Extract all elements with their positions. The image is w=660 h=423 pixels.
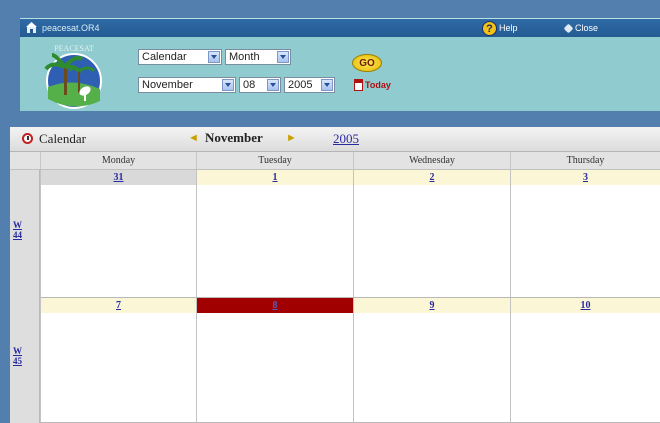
day-number[interactable]: 2 <box>354 170 510 185</box>
day-cell[interactable]: 10 <box>510 298 660 423</box>
help-label: Help <box>499 23 518 33</box>
month-select-value: November <box>142 79 193 91</box>
range-select-value: Month <box>229 51 260 63</box>
week-letter: W <box>13 220 22 230</box>
previous-month-arrow-icon[interactable]: ◄ <box>188 132 199 144</box>
chevron-down-icon <box>267 79 279 91</box>
close-icon <box>563 23 574 33</box>
year-select-value: 2005 <box>288 79 313 91</box>
svg-text:PEACESAT: PEACESAT <box>54 44 94 53</box>
week-gutter: W 44 <box>10 170 40 298</box>
week-link-45[interactable]: W 45 <box>13 346 22 366</box>
chevron-down-icon <box>277 51 289 63</box>
day-cell-today[interactable]: 8 <box>196 298 353 423</box>
day-select-value: 08 <box>243 79 256 91</box>
week-number: 45 <box>13 356 22 366</box>
next-month-arrow-icon[interactable]: ► <box>286 132 297 144</box>
year-select[interactable]: 2005 <box>284 77 335 93</box>
chevron-down-icon <box>321 79 333 91</box>
week-link-44[interactable]: W 44 <box>13 220 22 240</box>
dow-wednesday: Wednesday <box>353 152 510 169</box>
close-button[interactable]: Close <box>563 20 599 36</box>
close-label: Close <box>575 23 599 33</box>
header-panel: peacesat.OR4 ? Help Close PEACESAT Calen… <box>20 18 660 111</box>
view-select-value: Calendar <box>142 51 187 63</box>
home-icon <box>26 22 37 33</box>
month-title: November <box>205 130 263 145</box>
dow-monday: Monday <box>40 152 196 169</box>
dow-tuesday: Tuesday <box>196 152 353 169</box>
title-bar: peacesat.OR4 ? Help Close <box>20 19 660 37</box>
year-link[interactable]: 2005 <box>333 131 359 147</box>
week-letter: W <box>13 346 22 356</box>
day-number[interactable]: 9 <box>354 298 510 313</box>
chevron-down-icon <box>222 79 234 91</box>
chevron-down-icon <box>208 51 220 63</box>
day-number[interactable]: 3 <box>511 170 660 185</box>
go-button[interactable]: GO <box>352 54 382 72</box>
day-number[interactable]: 10 <box>511 298 660 313</box>
day-cell[interactable]: 3 <box>510 170 660 298</box>
day-cell[interactable]: 7 <box>40 298 196 423</box>
day-cell[interactable]: 9 <box>353 298 510 423</box>
day-select[interactable]: 08 <box>239 77 281 93</box>
day-number[interactable]: 7 <box>41 298 196 313</box>
peacesat-logo: PEACESAT <box>44 44 102 109</box>
month-select[interactable]: November <box>138 77 236 93</box>
today-label: Today <box>365 80 391 90</box>
view-select[interactable]: Calendar <box>138 49 222 65</box>
calendar-page-icon <box>354 79 363 91</box>
today-button[interactable]: Today <box>354 79 391 91</box>
today-day-number[interactable]: 8 <box>197 298 353 313</box>
app-name: peacesat.OR4 <box>42 23 100 33</box>
app-window: peacesat.OR4 ? Help Close PEACESAT Calen… <box>0 0 660 423</box>
range-select[interactable]: Month <box>225 49 291 65</box>
calendar-header: Calendar ◄ November ► 2005 <box>10 127 660 152</box>
help-icon: ? <box>482 20 497 36</box>
dow-thursday: Thursday <box>510 152 660 169</box>
calendar-view: Calendar ◄ November ► 2005 Monday Tuesda… <box>10 127 660 423</box>
week-gutter: W 45 <box>10 298 40 423</box>
day-cell[interactable]: 2 <box>353 170 510 298</box>
day-cell[interactable]: 31 <box>40 170 196 298</box>
clock-icon <box>22 133 33 144</box>
week-number: 44 <box>13 230 22 240</box>
day-number[interactable]: 1 <box>197 170 353 185</box>
help-button[interactable]: ? Help <box>482 20 518 36</box>
day-cell[interactable]: 1 <box>196 170 353 298</box>
calendar-title: Calendar <box>39 131 86 146</box>
day-number[interactable]: 31 <box>41 170 196 185</box>
day-of-week-row: Monday Tuesday Wednesday Thursday <box>10 152 660 170</box>
